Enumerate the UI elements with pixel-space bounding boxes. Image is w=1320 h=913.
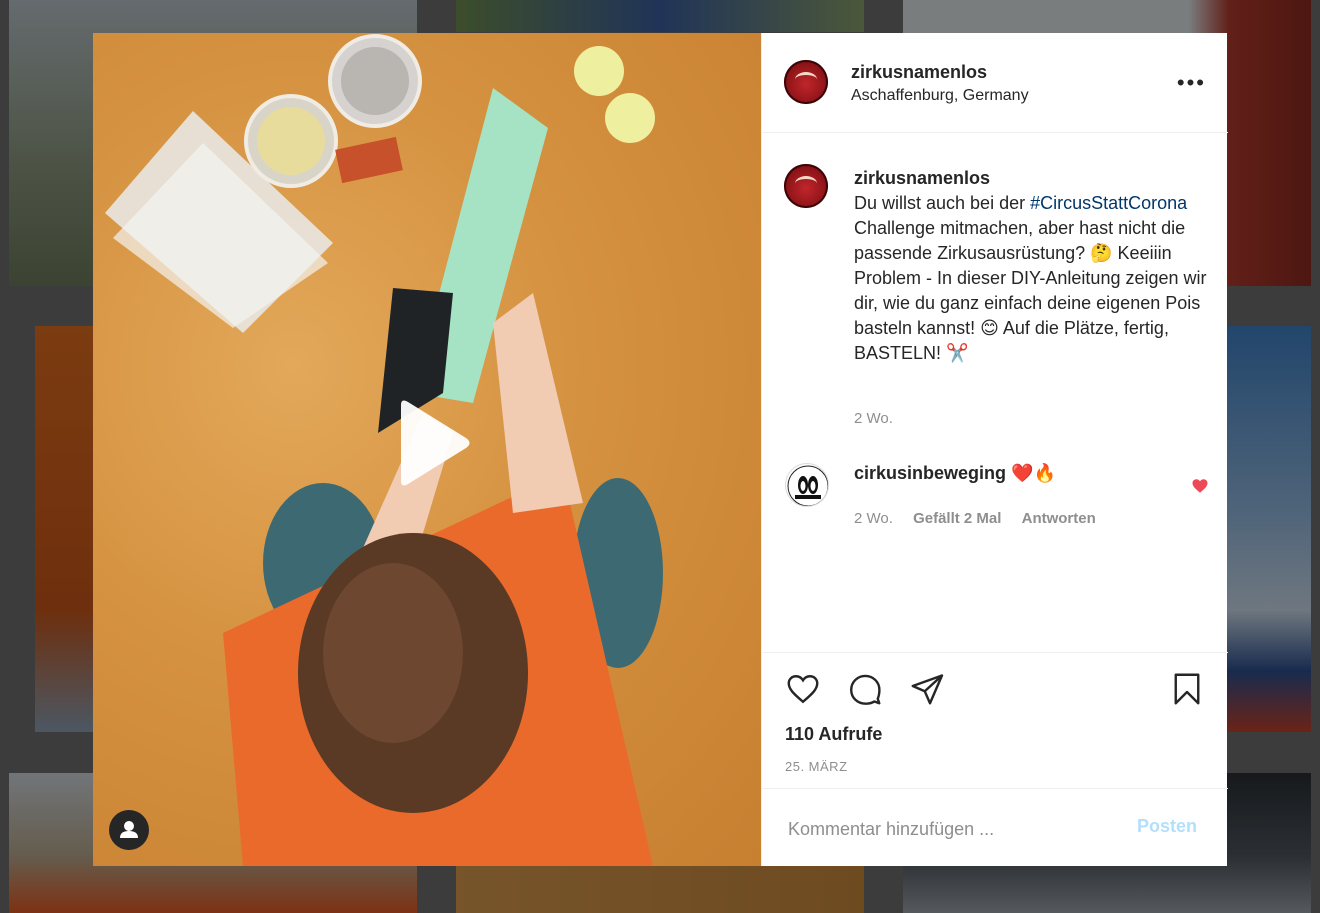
bookmark-icon[interactable]	[1169, 671, 1205, 707]
comment-bar: Posten	[762, 788, 1228, 867]
bowl-content	[257, 107, 325, 175]
logo-card	[335, 136, 403, 184]
heart-outline-icon[interactable]	[785, 671, 821, 707]
play-icon[interactable]	[381, 393, 481, 493]
post-side-panel: zirkusnamenlos Aschaffenburg, Germany ••…	[761, 33, 1228, 867]
paper-plane-icon[interactable]	[909, 671, 945, 707]
caption-avatar[interactable]	[784, 164, 828, 208]
user-tag-icon[interactable]	[109, 810, 149, 850]
comment-avatar[interactable]	[785, 463, 829, 507]
arm	[493, 293, 583, 513]
more-options-icon[interactable]: •••	[1177, 70, 1206, 96]
caption-time[interactable]: 2 Wo.	[854, 410, 893, 427]
caption-text-after: Challenge mitmachen, aber hast nicht die…	[854, 218, 1207, 363]
post-video[interactable]	[93, 33, 761, 866]
view-count[interactable]: 110 Aufrufe	[785, 724, 882, 745]
comment: cirkusinbeweging ❤️🔥	[854, 463, 1056, 484]
avatar[interactable]	[784, 60, 828, 104]
post-modal: zirkusnamenlos Aschaffenburg, Germany ••…	[93, 33, 1228, 867]
caption-hashtag[interactable]: #CircusStattCorona	[1030, 193, 1187, 213]
caption-username[interactable]: zirkusnamenlos	[854, 168, 990, 188]
comment-like-icon[interactable]	[1191, 477, 1209, 495]
comment-text: ❤️🔥	[1011, 463, 1056, 483]
post-header: zirkusnamenlos Aschaffenburg, Germany ••…	[762, 33, 1228, 133]
post-date[interactable]: 25. MÄRZ	[785, 759, 848, 774]
header-username[interactable]: zirkusnamenlos	[851, 62, 987, 83]
post-comment-button[interactable]: Posten	[1137, 816, 1197, 837]
caption: zirkusnamenlos Du willst auch bei der #C…	[854, 166, 1216, 366]
comment-likes[interactable]: Gefällt 2 Mal	[913, 510, 1001, 527]
header-location[interactable]: Aschaffenburg, Germany	[851, 87, 1029, 105]
tennis-ball	[605, 93, 655, 143]
bowl-content	[341, 47, 409, 115]
speech-bubble-icon[interactable]	[847, 671, 883, 707]
comment-time[interactable]: 2 Wo.	[854, 510, 893, 527]
comment-meta: 2 Wo. Gefällt 2 Mal Antworten	[854, 510, 1096, 527]
tennis-ball	[574, 46, 624, 96]
comment-username[interactable]: cirkusinbeweging	[854, 463, 1006, 483]
caption-text-before: Du willst auch bei der	[854, 193, 1031, 213]
comment-input[interactable]	[786, 813, 1120, 845]
hair-highlight	[323, 563, 463, 743]
comment-reply-button[interactable]: Antworten	[1022, 510, 1096, 527]
